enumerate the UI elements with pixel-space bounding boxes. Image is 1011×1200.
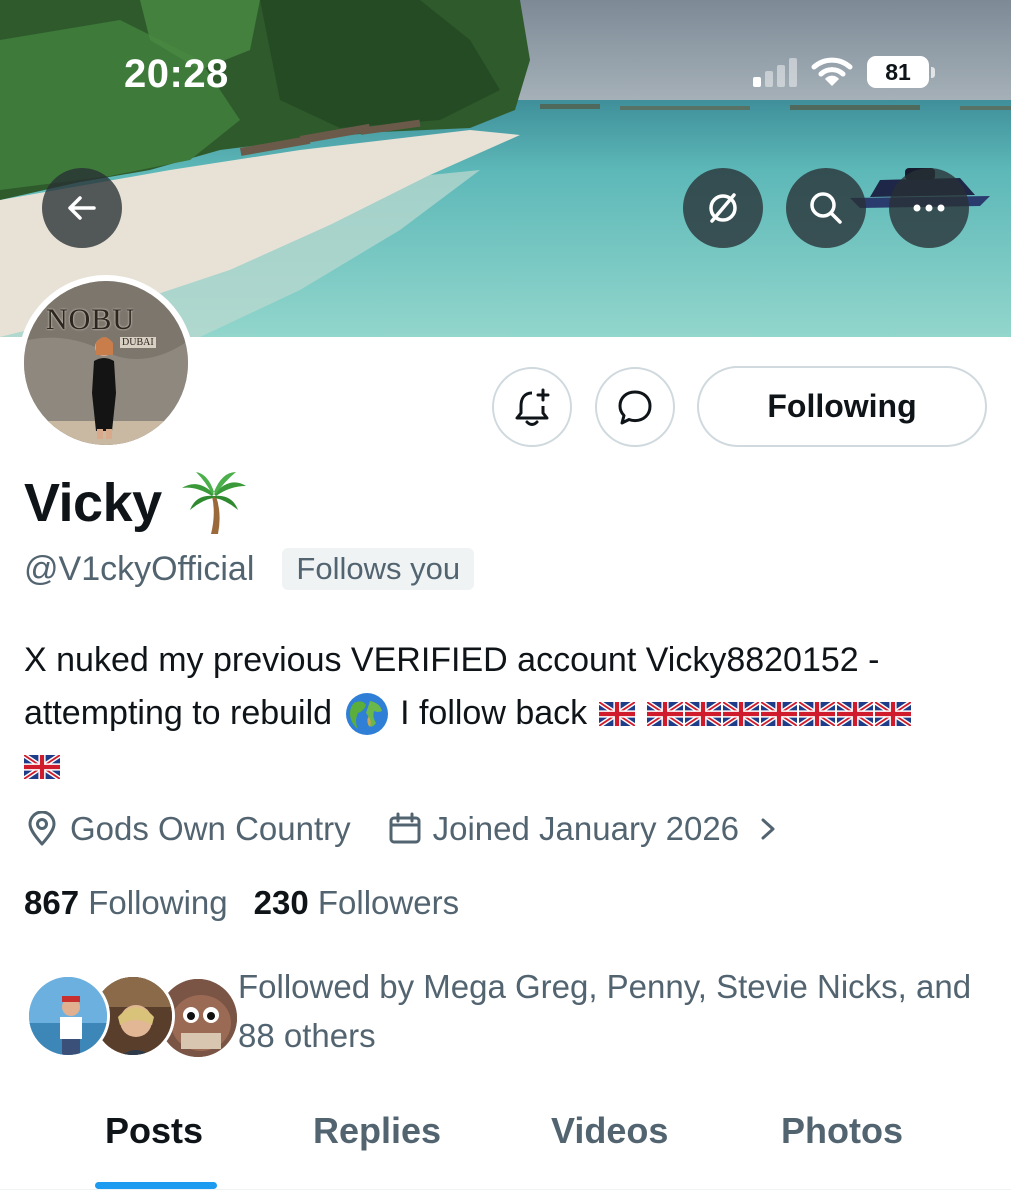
- following-count: 867: [24, 884, 80, 921]
- following-button[interactable]: Following: [697, 366, 987, 447]
- uk-flag-icon: [647, 701, 684, 726]
- uk-flag-icon: [599, 701, 636, 726]
- palm-tree-icon: [181, 472, 246, 534]
- battery-indicator: 81: [867, 56, 935, 88]
- display-name-row: Vicky: [24, 470, 248, 536]
- bio-line-2-text-a: attempting to rebuild: [24, 694, 333, 732]
- chevron-right-icon: [761, 818, 775, 840]
- tab-replies[interactable]: Replies: [313, 1110, 441, 1152]
- active-tab-indicator: [95, 1182, 217, 1189]
- bio-flags: [599, 701, 913, 726]
- follows-you-badge: Follows you: [282, 548, 475, 590]
- bio-line-2: attempting to rebuild I follow back: [24, 687, 994, 740]
- user-handle: @V1ckyOfficial: [24, 549, 255, 588]
- calendar-icon: [389, 812, 421, 844]
- uk-flag-icon: [837, 701, 874, 726]
- tabs-divider: [0, 1189, 1011, 1190]
- uk-flag-icon: [723, 701, 760, 726]
- more-icon: [913, 204, 945, 212]
- uk-flag-icon: [875, 701, 912, 726]
- wifi-icon: [811, 57, 853, 86]
- back-button[interactable]: [42, 168, 122, 248]
- bio-line-1: X nuked my previous VERIFIED account Vic…: [24, 641, 880, 679]
- location: Gods Own Country: [24, 810, 351, 848]
- avatar-sign-text: NOBU: [46, 303, 136, 336]
- status-indicators: 81: [753, 56, 935, 88]
- status-time: 20:28: [124, 52, 229, 96]
- followers-count: 230: [253, 884, 309, 921]
- display-name: Vicky: [24, 473, 162, 533]
- bio-flags-wrap: [24, 740, 994, 793]
- arrow-left-icon: [68, 196, 96, 220]
- avatar-sign-subtext: DUBAI: [120, 337, 156, 348]
- profile-meta: Gods Own Country Joined January 2026: [24, 810, 779, 848]
- uk-flag-icon: [761, 701, 798, 726]
- tab-posts[interactable]: Posts: [105, 1110, 203, 1152]
- tab-videos[interactable]: Videos: [551, 1110, 668, 1152]
- search-button[interactable]: [786, 168, 866, 248]
- mutual-avatar-1: [26, 974, 110, 1058]
- joined-text: Joined January 2026: [432, 810, 740, 847]
- location-pin-icon: [28, 811, 56, 846]
- globe-icon: [346, 692, 389, 735]
- followers-label: Followers: [317, 884, 460, 921]
- message-bubble-icon: [618, 390, 652, 425]
- uk-flag-icon: [799, 701, 836, 726]
- followed-by-text[interactable]: Followed by Mega Greg, Penny, Stevie Nic…: [238, 962, 998, 1060]
- following-count-link[interactable]: 867 Following: [24, 884, 228, 922]
- uk-flag-icon: [685, 701, 722, 726]
- profile-tabs: Posts Replies Videos Photos: [0, 1090, 1011, 1200]
- banner-beach-image: [0, 0, 1011, 337]
- cellular-signal-icon: [753, 57, 797, 87]
- follow-counts: 867 Following 230 Followers: [24, 884, 459, 922]
- joined-date[interactable]: Joined January 2026: [387, 810, 779, 848]
- following-label: Following: [88, 884, 228, 921]
- bell-plus-icon: [515, 388, 550, 426]
- message-button[interactable]: [595, 367, 675, 447]
- avatar-photo: NOBU DUBAI: [24, 281, 188, 445]
- uk-flag-icon: [24, 754, 60, 779]
- tab-photos[interactable]: Photos: [781, 1110, 903, 1152]
- search-icon: [810, 192, 842, 224]
- grok-button[interactable]: [683, 168, 763, 248]
- profile-banner[interactable]: 20:28 81: [0, 0, 1011, 337]
- bio-line-2-text-b: I follow back: [400, 694, 588, 732]
- followers-count-link[interactable]: 230 Followers: [254, 884, 459, 922]
- profile-bio: X nuked my previous VERIFIED account Vic…: [24, 634, 994, 793]
- more-button[interactable]: [889, 168, 969, 248]
- handle-row: @V1ckyOfficial Follows you: [24, 548, 475, 590]
- slash-circle-icon: [709, 193, 737, 223]
- notifications-button[interactable]: [492, 367, 572, 447]
- location-text: Gods Own Country: [70, 810, 351, 847]
- profile-avatar[interactable]: NOBU DUBAI: [18, 275, 194, 451]
